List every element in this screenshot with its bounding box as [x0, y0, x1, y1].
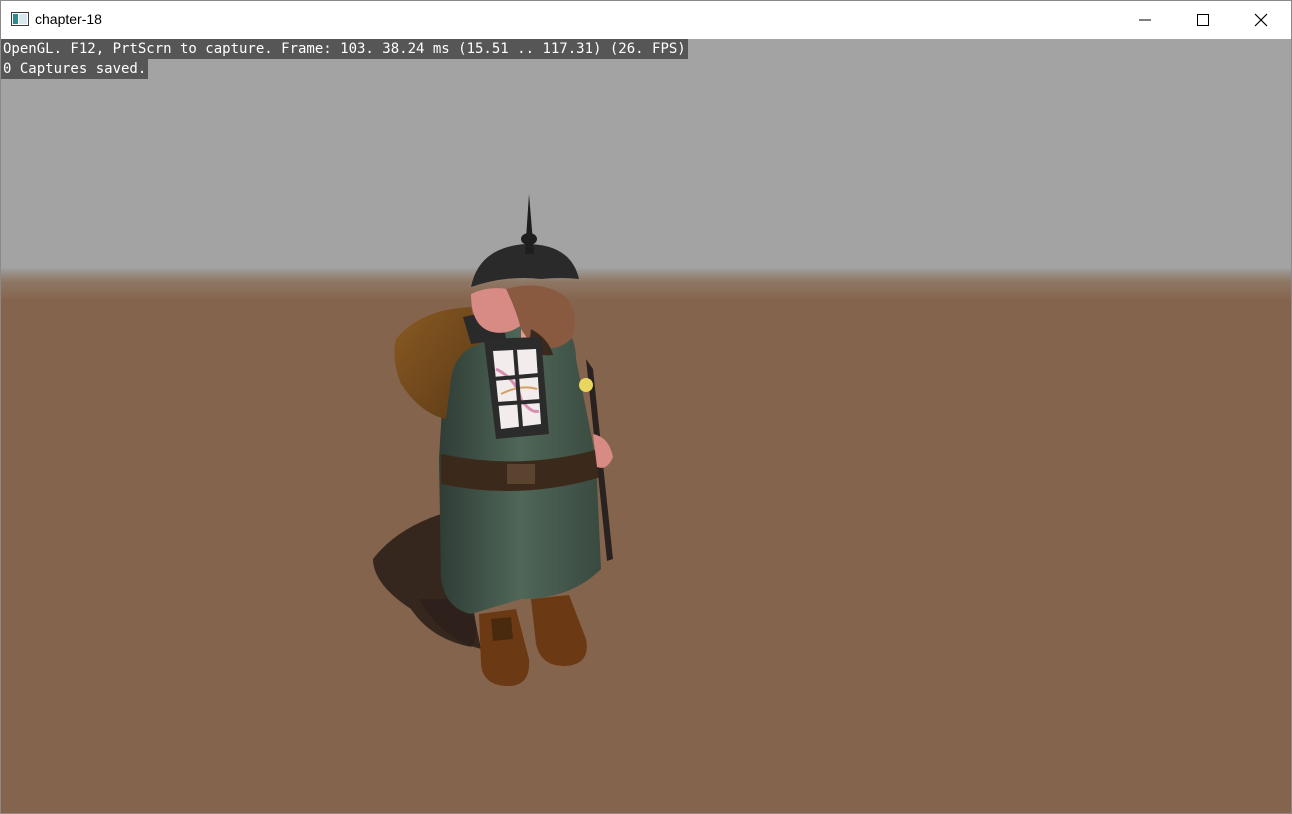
captures-status-text: 0 Captures saved.	[1, 59, 149, 79]
fps-status-text: OpenGL. F12, PrtScrn to capture. Frame: …	[1, 39, 688, 59]
opengl-viewport[interactable]: OpenGL. F12, PrtScrn to capture. Frame: …	[1, 39, 1291, 813]
app-window: chapter-18 OpenGL. F12, PrtScrn to captu…	[0, 0, 1292, 814]
minimize-icon	[1139, 19, 1151, 21]
window-title: chapter-18	[35, 11, 102, 27]
maximize-icon	[1197, 14, 1209, 26]
minimize-button[interactable]	[1116, 1, 1174, 39]
title-bar[interactable]: chapter-18	[1, 1, 1291, 39]
maximize-button[interactable]	[1174, 1, 1232, 39]
dwarf-character-with-lantern	[373, 194, 613, 687]
close-button[interactable]	[1232, 1, 1290, 39]
app-window-icon	[11, 12, 29, 26]
close-icon	[1254, 13, 1268, 27]
